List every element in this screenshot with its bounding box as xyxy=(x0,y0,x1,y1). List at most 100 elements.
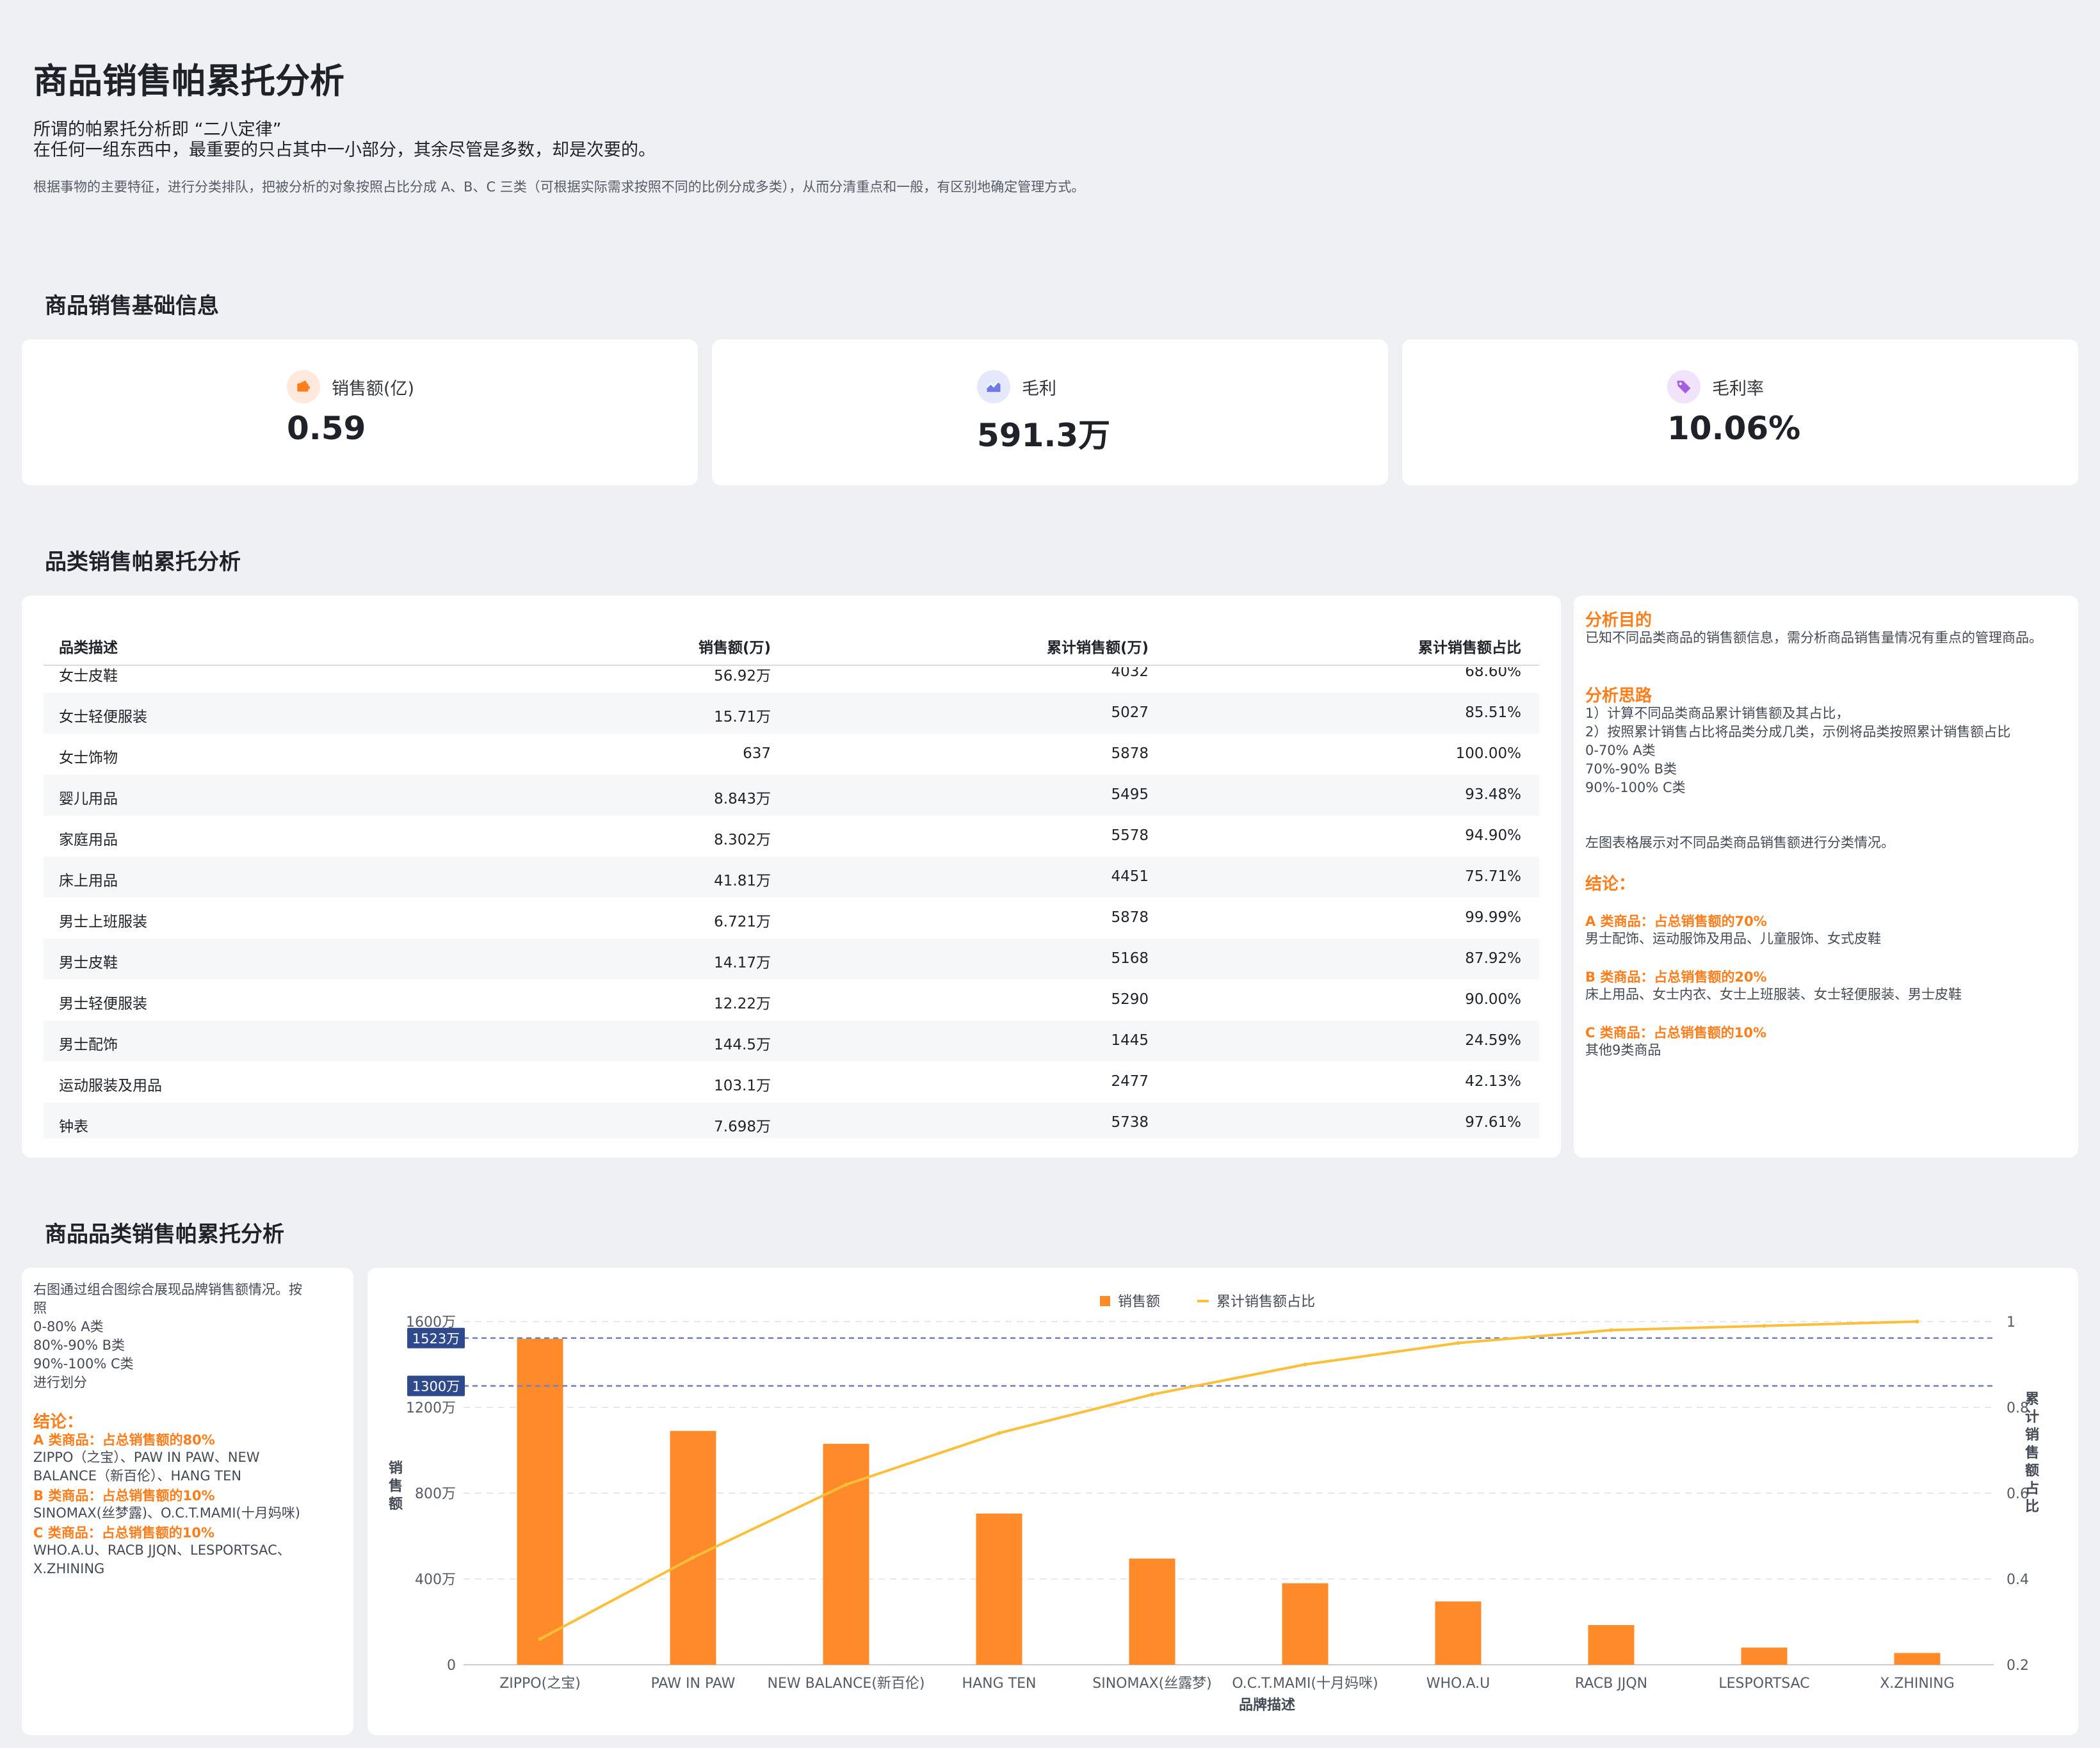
brand-note-line-2: 照 xyxy=(33,1300,47,1316)
cell-cumulative-sales: 1445 xyxy=(1111,1032,1149,1049)
brand-class-a-line-1: ZIPPO（之宝）、PAW IN PAW、NEW xyxy=(33,1450,260,1465)
cell-category: 男士上班服装 xyxy=(59,914,147,930)
brand-conclusion-title: 结论： xyxy=(33,1412,84,1432)
y-tick-label: 0 xyxy=(447,1658,456,1674)
y-axis-label-char: 售 xyxy=(389,1478,403,1494)
y-right-tick-label: 0.2 xyxy=(2007,1658,2029,1674)
table-note: 左图表格展示对不同品类商品销售额进行分类情况。 xyxy=(1585,835,1894,850)
bar xyxy=(1129,1558,1175,1665)
cell-category: 男士配饰 xyxy=(59,1037,118,1053)
kpi-card: 毛利率 10.06% xyxy=(1402,339,2078,485)
x-tick-label: SINOMAX(丝露梦) xyxy=(1092,1676,1212,1692)
table-row[interactable]: 女士轻便服装 15.71万 5027 85.51% xyxy=(44,693,1539,734)
line-point xyxy=(691,1555,695,1560)
table-body[interactable]: 女士皮鞋 56.92万 4032 68.60% 女士轻便服装 15.71万 5027 85.5… xyxy=(44,667,1539,1138)
brand-note-line-5: 90%-100% C类 xyxy=(33,1356,134,1372)
brand-note-line-6: 进行划分 xyxy=(33,1375,87,1390)
cell-cumulative-ratio: 87.92% xyxy=(1465,950,1521,967)
column-header-sales[interactable]: 销售额(万) xyxy=(699,635,771,657)
table-row[interactable]: 女士皮鞋 56.92万 4032 68.60% xyxy=(44,667,1539,693)
method-title: 分析思路 xyxy=(1585,686,1652,706)
table-row[interactable]: 运动服装及用品 103.1万 2477 42.13% xyxy=(44,1062,1539,1103)
kpi-label-row: 毛利率 xyxy=(1667,370,1764,403)
table-row[interactable]: 钟表 7.698万 5738 97.61% xyxy=(44,1103,1539,1138)
class-a-text: 男士配饰、运动服饰及用品、儿童服饰、女式皮鞋 xyxy=(1585,931,1881,946)
class-c-title: C 类商品：占总销售额的10% xyxy=(1585,1025,1766,1040)
table-row[interactable]: 床上用品 41.81万 4451 75.71% xyxy=(44,857,1539,898)
cell-category: 运动服装及用品 xyxy=(59,1078,162,1094)
column-header-category[interactable]: 品类描述 xyxy=(59,635,118,657)
table-row[interactable]: 男士轻便服装 12.22万 5290 90.00% xyxy=(44,980,1539,1021)
cell-sales: 14.17万 xyxy=(714,955,771,971)
cell-sales: 144.5万 xyxy=(714,1037,771,1053)
category-table: 品类描述 销售额(万) 累计销售额(万) 累计销售额占比 女士皮鞋 56.92万 4… xyxy=(22,595,1561,1158)
method-line-5: 90%-100% C类 xyxy=(1585,780,1686,795)
brand-class-c-line-2: X.ZHINING xyxy=(33,1561,105,1576)
cell-cumulative-sales: 2477 xyxy=(1111,1073,1149,1090)
brand-pareto-chart[interactable]: 0400万800万1200万1600万0.20.40.60.811523万130… xyxy=(368,1268,2078,1735)
line-point xyxy=(1762,1323,1766,1328)
cell-cumulative-ratio: 90.00% xyxy=(1465,991,1521,1008)
table-row[interactable]: 女士饰物 637 5878 100.00% xyxy=(44,734,1539,775)
line-point xyxy=(997,1431,1001,1436)
cell-category: 床上用品 xyxy=(59,873,118,889)
x-tick-label: PAW IN PAW xyxy=(651,1676,736,1692)
brand-class-c-title: C 类商品：占总销售额的10% xyxy=(33,1525,214,1541)
x-tick-label: NEW BALANCE(新百伦) xyxy=(768,1676,925,1692)
line-point xyxy=(1303,1363,1307,1366)
cell-category: 男士轻便服装 xyxy=(59,996,147,1012)
y-right-axis-label-char: 售 xyxy=(2025,1445,2039,1461)
section-title-category: 品类销售帕累托分析 xyxy=(45,549,241,575)
method-line-4: 70%-90% B类 xyxy=(1585,761,1677,777)
conclusion-title: 结论： xyxy=(1585,875,1636,894)
cell-sales: 8.843万 xyxy=(714,791,771,807)
class-c-text: 其他9类商品 xyxy=(1585,1042,1661,1058)
y-right-axis-label-char: 计 xyxy=(2025,1409,2039,1425)
brand-class-b-title: B 类商品：占总销售额的10% xyxy=(33,1488,215,1503)
table-row[interactable]: 男士配饰 144.5万 1445 24.59% xyxy=(44,1021,1539,1062)
line-point xyxy=(1150,1392,1154,1396)
bar xyxy=(976,1513,1022,1665)
legend-line-label: 累计销售额占比 xyxy=(1216,1294,1315,1310)
bar xyxy=(1894,1653,1941,1665)
cell-category: 钟表 xyxy=(59,1119,88,1135)
y-right-tick-label: 1 xyxy=(2007,1315,2015,1331)
cell-cumulative-sales: 4451 xyxy=(1111,868,1149,885)
reference-line-label: 1300万 xyxy=(412,1379,460,1395)
section-title-basic: 商品销售基础信息 xyxy=(45,293,219,319)
cell-cumulative-sales: 5495 xyxy=(1111,786,1149,803)
table-row[interactable]: 家庭用品 8.302万 5578 94.90% xyxy=(44,816,1539,857)
intro-description: 根据事物的主要特征，进行分类排队，把被分析的对象按照占比分成 A、B、C 三类（… xyxy=(33,179,1085,195)
table-row[interactable]: 男士皮鞋 14.17万 5168 87.92% xyxy=(44,939,1539,980)
brand-class-b-line-1: SINOMAX(丝梦露)、O.C.T.MAMI(十月妈咪) xyxy=(33,1505,300,1521)
x-axis-label: 品牌描述 xyxy=(1239,1697,1295,1713)
class-b-text: 床上用品、女士内衣、女士上班服装、女士轻便服装、男士皮鞋 xyxy=(1585,987,1962,1002)
x-tick-label: X.ZHINING xyxy=(1880,1676,1955,1692)
cell-cumulative-ratio: 42.13% xyxy=(1465,1073,1521,1090)
page-title: 商品销售帕累托分析 xyxy=(33,61,344,101)
cell-cumulative-ratio: 99.99% xyxy=(1465,909,1521,926)
brand-class-c-line-1: WHO.A.U、RACB JJQN、LESPORTSAC、 xyxy=(33,1542,291,1558)
cell-cumulative-ratio: 93.48% xyxy=(1465,786,1521,803)
brand-class-a-line-2: BALANCE（新百伦）、HANG TEN xyxy=(33,1468,242,1484)
table-row[interactable]: 婴儿用品 8.843万 5495 93.48% xyxy=(44,775,1539,816)
cell-cumulative-ratio: 75.71% xyxy=(1465,868,1521,885)
bar xyxy=(823,1443,869,1665)
table-row[interactable]: 男士上班服装 6.721万 5878 99.99% xyxy=(44,898,1539,939)
x-tick-label: LESPORTSAC xyxy=(1718,1676,1809,1692)
cell-cumulative-sales: 5738 xyxy=(1111,1114,1149,1131)
column-header-cumulative-ratio[interactable]: 累计销售额占比 xyxy=(1418,635,1521,657)
cell-cumulative-sales: 5878 xyxy=(1111,745,1149,762)
class-a-title: A 类商品：占总销售额的70% xyxy=(1585,914,1767,929)
bar xyxy=(670,1430,716,1665)
cell-category: 女士皮鞋 xyxy=(59,668,118,684)
cell-cumulative-sales: 5578 xyxy=(1111,827,1149,844)
cumulative-ratio-line xyxy=(539,1320,1918,1640)
column-header-cumulative-sales[interactable]: 累计销售额(万) xyxy=(1047,635,1149,657)
x-tick-label: WHO.A.U xyxy=(1426,1676,1490,1692)
y-tick-label: 400万 xyxy=(415,1572,456,1588)
cell-cumulative-sales: 5290 xyxy=(1111,991,1149,1008)
kpi-label: 毛利率 xyxy=(1712,378,1764,399)
cell-category: 男士皮鞋 xyxy=(59,955,118,971)
tag-icon xyxy=(1667,370,1700,403)
